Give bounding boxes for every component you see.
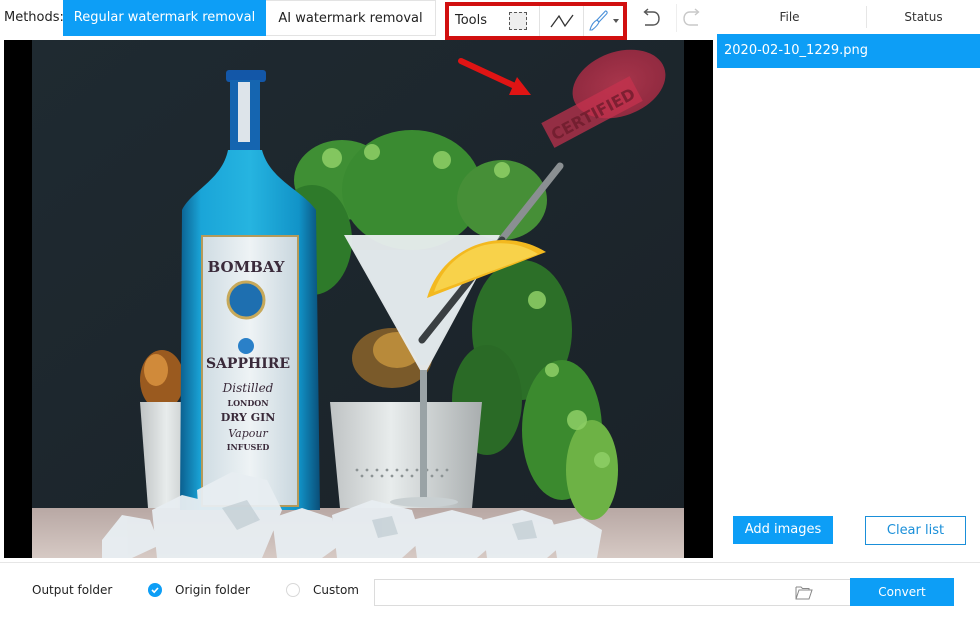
file-list-header: File Status [713,0,980,34]
origin-folder-radio[interactable]: Origin folder [148,583,250,597]
methods-label: Methods: [4,10,64,25]
bottle-line5: INFUSED [227,442,270,452]
file-list-item[interactable]: 2020-02-10_1229.png [717,34,980,68]
photo-preview[interactable]: BOMBAY SAPPHIRE Distilled LONDON DRY GIN… [32,40,684,558]
file-panel: File Status 2020-02-10_1229.png Add imag… [713,0,980,562]
bottle-line3: DRY GIN [221,411,276,424]
folder-icon [795,586,813,600]
custom-folder-radio[interactable]: Custom [286,583,359,597]
regular-watermark-removal-tab[interactable]: Regular watermark removal [63,0,266,36]
rectangle-select-icon [509,12,527,30]
redo-icon [682,8,700,26]
image-canvas[interactable]: BOMBAY SAPPHIRE Distilled LONDON DRY GIN… [4,40,713,558]
tools-label: Tools [455,13,488,28]
clear-list-button[interactable]: Clear list [865,516,966,545]
browse-folder-button[interactable] [795,585,813,600]
bottle-line2: LONDON [227,398,268,408]
output-bar: Output folder Origin folder Custom Conve… [0,562,980,620]
custom-folder-label: Custom [313,583,359,597]
toolbar: Methods: Regular watermark removal AI wa… [0,0,713,40]
convert-button[interactable]: Convert [850,578,954,606]
radio-unchecked-icon [286,583,300,597]
undo-icon [643,8,660,26]
file-name: 2020-02-10_1229.png [724,43,869,58]
ai-watermark-removal-tab[interactable]: AI watermark removal [266,0,436,36]
bottle-brand-top: BOMBAY [208,258,285,276]
origin-folder-label: Origin folder [175,583,250,597]
column-header-file: File [779,10,800,24]
bottle-line1: Distilled [222,381,274,395]
brush-dropdown-caret-icon[interactable] [612,19,619,23]
redo-button[interactable] [676,4,708,32]
bottle-line4: Vapour [228,427,268,440]
polyline-tool[interactable] [539,6,583,36]
undo-button[interactable] [634,4,666,32]
tools-group: Tools [445,2,627,40]
radio-checked-icon [148,583,162,597]
column-header-status: Status [866,6,980,28]
add-images-button[interactable]: Add images [733,516,833,544]
brush-tool[interactable] [583,6,623,36]
rectangle-select-tool[interactable] [503,6,533,36]
output-folder-label: Output folder [32,583,113,597]
polyline-icon [549,14,574,28]
output-path-input[interactable] [374,579,851,606]
brush-icon [588,10,608,31]
watermark-remover-app: Methods: Regular watermark removal AI wa… [0,0,980,620]
photo-illustration: BOMBAY SAPPHIRE Distilled LONDON DRY GIN… [32,40,684,558]
bottle-brand-bottom: SAPPHIRE [206,356,290,372]
